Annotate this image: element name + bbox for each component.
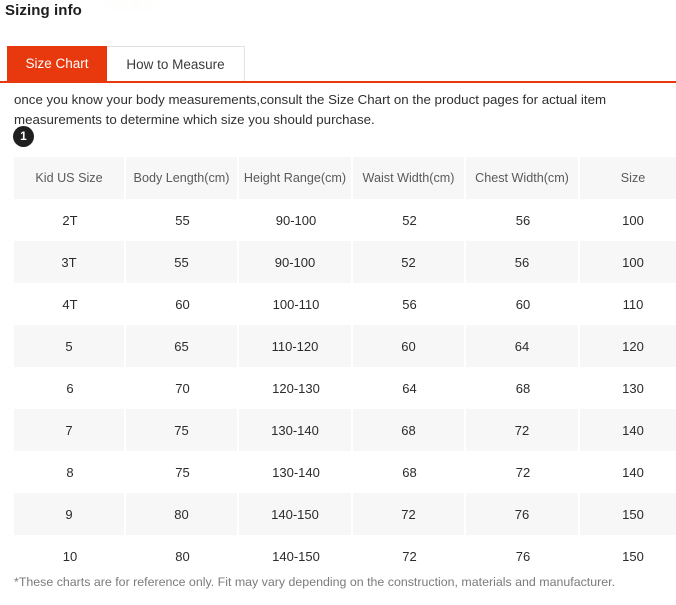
cell-kid-us-size: 3T [14, 241, 126, 283]
table-row: 5 65 110-120 60 64 120 [14, 325, 676, 367]
size-chart-description: once you know your body measurements,con… [14, 92, 607, 127]
cell-waist-width: 64 [353, 367, 466, 409]
size-chart-table: Kid US Size Body Length(cm) Height Range… [14, 157, 676, 577]
table-row: 10 80 140-150 72 76 150 [14, 535, 676, 577]
cell-height-range: 140-150 [239, 535, 353, 577]
cell-height-range: 130-140 [239, 409, 353, 451]
cell-chest-width: 56 [466, 199, 580, 241]
cell-chest-width: 76 [466, 535, 580, 577]
cell-chest-width: 76 [466, 493, 580, 535]
cell-chest-width: 64 [466, 325, 580, 367]
cell-waist-width: 72 [353, 493, 466, 535]
table-row: 3T 55 90-100 52 56 100 [14, 241, 676, 283]
cell-chest-width: 68 [466, 367, 580, 409]
cell-chest-width: 60 [466, 283, 580, 325]
tab-bar: Size Chart How to Measure [0, 46, 676, 82]
cell-body-length: 55 [126, 241, 239, 283]
cell-chest-width: 72 [466, 451, 580, 493]
cell-waist-width: 52 [353, 199, 466, 241]
cell-body-length: 80 [126, 535, 239, 577]
cell-body-length: 75 [126, 409, 239, 451]
cell-height-range: 140-150 [239, 493, 353, 535]
cell-waist-width: 52 [353, 241, 466, 283]
cell-kid-us-size: 9 [14, 493, 126, 535]
column-header-kid-us-size: Kid US Size [14, 157, 126, 199]
cell-size: 120 [580, 325, 676, 367]
cell-chest-width: 72 [466, 409, 580, 451]
cell-waist-width: 68 [353, 451, 466, 493]
cell-size: 100 [580, 241, 676, 283]
table-row: 4T 60 100-110 56 60 110 [14, 283, 676, 325]
cell-height-range: 110-120 [239, 325, 353, 367]
cell-body-length: 70 [126, 367, 239, 409]
cell-kid-us-size: 8 [14, 451, 126, 493]
tab-size-chart[interactable]: Size Chart [7, 46, 107, 81]
cell-body-length: 55 [126, 199, 239, 241]
cell-height-range: 100-110 [239, 283, 353, 325]
column-header-chest-width: Chest Width(cm) [466, 157, 580, 199]
cell-height-range: 130-140 [239, 451, 353, 493]
cell-body-length: 80 [126, 493, 239, 535]
cell-size: 150 [580, 493, 676, 535]
cell-waist-width: 72 [353, 535, 466, 577]
column-header-waist-width: Waist Width(cm) [353, 157, 466, 199]
table-header: Kid US Size Body Length(cm) Height Range… [14, 157, 676, 199]
step-badge: 1 [13, 126, 34, 147]
cell-size: 110 [580, 283, 676, 325]
cell-body-length: 75 [126, 451, 239, 493]
cell-chest-width: 56 [466, 241, 580, 283]
cell-kid-us-size: 5 [14, 325, 126, 367]
tab-underline [0, 81, 676, 83]
cell-waist-width: 68 [353, 409, 466, 451]
cell-size: 130 [580, 367, 676, 409]
ghost-overflow-text: 尺码信息 [103, 0, 156, 12]
table-footnote: *These charts are for reference only. Fi… [14, 575, 616, 589]
column-header-body-length: Body Length(cm) [126, 157, 239, 199]
table-header-row: Kid US Size Body Length(cm) Height Range… [14, 157, 676, 199]
column-header-size: Size [580, 157, 676, 199]
cell-size: 140 [580, 451, 676, 493]
cell-waist-width: 56 [353, 283, 466, 325]
cell-size: 150 [580, 535, 676, 577]
cell-waist-width: 60 [353, 325, 466, 367]
cell-kid-us-size: 2T [14, 199, 126, 241]
table-row: 8 75 130-140 68 72 140 [14, 451, 676, 493]
cell-body-length: 65 [126, 325, 239, 367]
cell-kid-us-size: 10 [14, 535, 126, 577]
cell-height-range: 120-130 [239, 367, 353, 409]
page-title: Sizing info [5, 2, 82, 19]
table-row: 7 75 130-140 68 72 140 [14, 409, 676, 451]
column-header-height-range: Height Range(cm) [239, 157, 353, 199]
table-row: 6 70 120-130 64 68 130 [14, 367, 676, 409]
cell-body-length: 60 [126, 283, 239, 325]
table-body: 2T 55 90-100 52 56 100 3T 55 90-100 52 5… [14, 199, 676, 577]
tab-how-to-measure[interactable]: How to Measure [107, 46, 245, 81]
cell-size: 140 [580, 409, 676, 451]
table-row: 9 80 140-150 72 76 150 [14, 493, 676, 535]
cell-height-range: 90-100 [239, 199, 353, 241]
cell-height-range: 90-100 [239, 241, 353, 283]
table-row: 2T 55 90-100 52 56 100 [14, 199, 676, 241]
cell-kid-us-size: 6 [14, 367, 126, 409]
cell-kid-us-size: 7 [14, 409, 126, 451]
cell-size: 100 [580, 199, 676, 241]
cell-kid-us-size: 4T [14, 283, 126, 325]
